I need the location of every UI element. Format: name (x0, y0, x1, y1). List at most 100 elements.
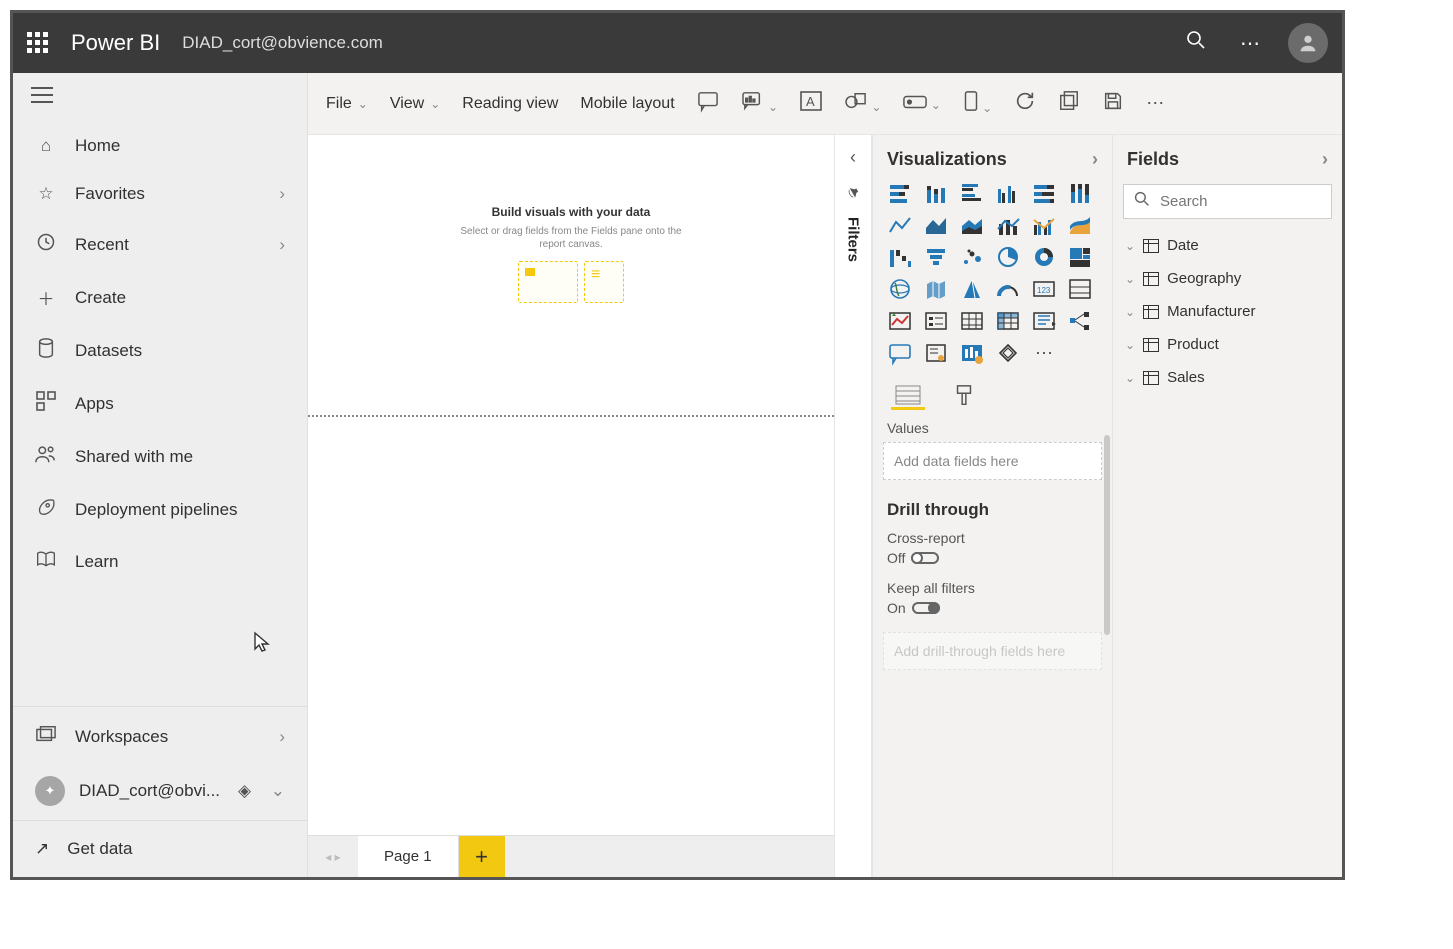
chevron-down-icon: ⌄ (765, 100, 778, 114)
viz-donut-icon[interactable] (1029, 244, 1059, 270)
nav-shared[interactable]: Shared with me (13, 430, 307, 483)
more-icon[interactable]: ⋯ (1234, 25, 1266, 62)
nav-apps[interactable]: Apps (13, 377, 307, 430)
hamburger-icon[interactable] (13, 73, 307, 122)
field-table[interactable]: ⌄Product (1123, 328, 1332, 361)
viz-map-icon[interactable] (885, 276, 915, 302)
nav-create[interactable]: ＋Create (13, 271, 307, 324)
nav-datasets[interactable]: Datasets (13, 324, 307, 377)
fields-search-input[interactable] (1158, 192, 1345, 211)
viz-pie-icon[interactable] (993, 244, 1023, 270)
chevron-right-icon: › (279, 235, 285, 255)
comment-icon[interactable] (697, 91, 719, 116)
book-icon (35, 550, 57, 573)
viz-100-stacked-bar-icon[interactable] (1029, 180, 1059, 206)
add-page-button[interactable]: + (459, 836, 505, 877)
collapse-viz-icon[interactable]: › (1092, 149, 1098, 170)
viz-stacked-column-icon[interactable] (921, 180, 951, 206)
nav-label: Workspaces (75, 727, 168, 747)
drill-fields-well[interactable]: Add drill-through fields here (883, 632, 1102, 670)
nav-label: DIAD_cort@obvi... (79, 781, 220, 801)
nav-current-workspace[interactable]: ✦ DIAD_cort@obvi... ◈ ⌄ (13, 762, 307, 820)
page-nav-arrows[interactable]: ◂ ▸ (308, 836, 358, 877)
format-tab-icon[interactable] (947, 382, 981, 410)
viz-scatter-icon[interactable] (957, 244, 987, 270)
viz-stacked-bar-icon[interactable] (885, 180, 915, 206)
fields-pane: Fields › ⌄Date ⌄Geography ⌄Manufacturer … (1112, 135, 1342, 877)
field-table[interactable]: ⌄Date (1123, 229, 1332, 262)
viz-card-icon[interactable]: 123 (1029, 276, 1059, 302)
page-tab[interactable]: Page 1 (358, 836, 459, 877)
menu-file[interactable]: File ⌄ (326, 95, 368, 113)
refresh-icon[interactable] (1014, 90, 1036, 117)
collapse-fields-icon[interactable]: › (1322, 149, 1328, 170)
viz-python-icon[interactable] (993, 340, 1023, 366)
report-canvas[interactable]: Build visuals with your data Select or d… (308, 135, 834, 835)
viz-slicer-icon[interactable] (921, 308, 951, 334)
nav-home[interactable]: ⌂Home (13, 122, 307, 170)
field-table[interactable]: ⌄Manufacturer (1123, 295, 1332, 328)
nav-pipelines[interactable]: Deployment pipelines (13, 483, 307, 536)
visual-icon[interactable]: ⌄ (963, 90, 992, 117)
viz-funnel-icon[interactable] (921, 244, 951, 270)
viz-azure-map-icon[interactable] (957, 276, 987, 302)
workspaces-icon (35, 725, 57, 748)
viz-gauge-icon[interactable] (993, 276, 1023, 302)
viz-clustered-column-icon[interactable] (993, 180, 1023, 206)
chat-chart-icon[interactable]: ⌄ (741, 91, 778, 116)
reading-view-button[interactable]: Reading view (462, 95, 558, 113)
viz-treemap-icon[interactable] (1065, 244, 1095, 270)
search-icon[interactable] (1180, 24, 1212, 62)
menu-view[interactable]: View ⌄ (390, 95, 440, 113)
viz-line-clustered-column-icon[interactable] (1029, 212, 1059, 238)
viz-r-icon[interactable] (1029, 308, 1059, 334)
diamond-icon: ◈ (238, 781, 251, 801)
viz-stacked-area-icon[interactable] (957, 212, 987, 238)
viz-waterfall-icon[interactable] (885, 244, 915, 270)
viz-scrollbar[interactable] (1104, 435, 1110, 635)
get-data-button[interactable]: ↗ Get data (13, 820, 307, 877)
duplicate-icon[interactable] (1058, 90, 1080, 117)
nav-favorites[interactable]: ☆Favorites› (13, 170, 307, 218)
chevron-down-icon: ⌄ (927, 98, 940, 112)
viz-narrative-icon[interactable] (957, 340, 987, 366)
viz-filled-map-icon[interactable] (921, 276, 951, 302)
fields-search[interactable] (1123, 184, 1332, 219)
viz-line-icon[interactable] (885, 212, 915, 238)
viz-ribbon-icon[interactable] (1065, 212, 1095, 238)
viz-area-icon[interactable] (921, 212, 951, 238)
viz-decomposition-icon[interactable] (1065, 308, 1095, 334)
save-icon[interactable] (1102, 90, 1124, 117)
fields-tab-icon[interactable] (891, 382, 925, 410)
buttons-icon[interactable]: ⌄ (903, 93, 940, 114)
viz-line-stacked-column-icon[interactable] (993, 212, 1023, 238)
field-table[interactable]: ⌄Sales (1123, 361, 1332, 394)
cross-report-toggle[interactable]: Off (887, 550, 939, 566)
filters-speaker-icon[interactable]: 🕩 (843, 181, 863, 205)
expand-filters-icon[interactable]: ‹ (850, 147, 856, 168)
viz-more-icon[interactable]: ⋯ (1029, 340, 1059, 366)
filters-label: Filters (845, 217, 862, 262)
avatar[interactable] (1288, 23, 1328, 63)
textbox-icon[interactable]: A (800, 91, 822, 116)
table-icon (1143, 272, 1159, 286)
overflow-icon[interactable]: ⋯ (1146, 93, 1164, 114)
field-table[interactable]: ⌄Geography (1123, 262, 1332, 295)
nav-workspaces[interactable]: Workspaces› (13, 711, 307, 762)
viz-qna-icon[interactable] (885, 340, 915, 366)
viz-100-stacked-column-icon[interactable] (1065, 180, 1095, 206)
viz-matrix-icon[interactable] (993, 308, 1023, 334)
viz-clustered-bar-icon[interactable] (957, 180, 987, 206)
page-tab-bar: ◂ ▸ Page 1 + (308, 835, 834, 877)
keep-filters-toggle[interactable]: On (887, 600, 940, 616)
viz-multi-card-icon[interactable] (1065, 276, 1095, 302)
values-well[interactable]: Add data fields here (883, 442, 1102, 480)
shapes-icon[interactable]: ⌄ (844, 91, 881, 116)
viz-key-influencers-icon[interactable] (921, 340, 951, 366)
app-launcher-icon[interactable] (27, 32, 49, 54)
viz-kpi-icon[interactable] (885, 308, 915, 334)
mobile-layout-button[interactable]: Mobile layout (580, 95, 674, 113)
viz-table-icon[interactable] (957, 308, 987, 334)
nav-learn[interactable]: Learn (13, 536, 307, 587)
nav-recent[interactable]: Recent› (13, 218, 307, 271)
